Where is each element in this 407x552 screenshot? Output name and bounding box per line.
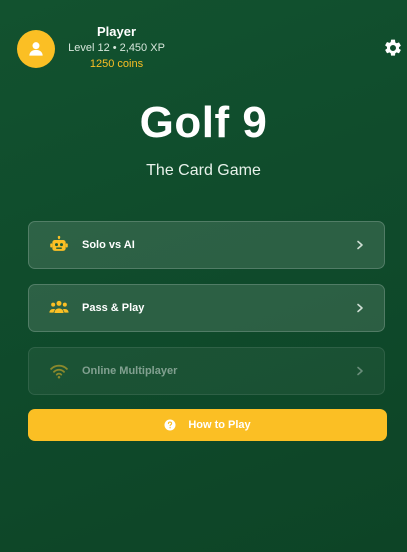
player-profile: Player Level 12 • 2,450 XP 1250 coins <box>17 24 357 76</box>
pass-and-play-label: Pass & Play <box>82 302 145 314</box>
settings-button[interactable] <box>382 37 404 59</box>
profile-info: Player Level 12 • 2,450 XP 1250 coins <box>64 24 169 72</box>
online-multiplayer-button[interactable]: Online Multiplayer <box>28 347 385 395</box>
user-icon <box>29 42 43 56</box>
question-circle-icon <box>164 419 176 431</box>
player-level: Level 12 • 2,450 XP <box>68 42 165 54</box>
users-icon <box>48 297 70 319</box>
avatar[interactable] <box>17 30 55 68</box>
how-to-play-label: How to Play <box>188 419 251 431</box>
online-multiplayer-label: Online Multiplayer <box>82 365 178 377</box>
chevron-right-icon <box>353 238 367 252</box>
wifi-icon <box>48 360 70 382</box>
robot-icon <box>48 234 70 256</box>
pass-and-play-button[interactable]: Pass & Play <box>28 284 385 332</box>
game-title: Golf 9 <box>139 98 268 147</box>
how-to-play-button[interactable]: How to Play <box>28 409 387 441</box>
gear-icon <box>385 39 401 56</box>
chevron-right-icon <box>353 364 367 378</box>
solo-vs-ai-button[interactable]: Solo vs AI <box>28 221 385 269</box>
player-coins: 1250 coins <box>89 58 144 70</box>
game-subtitle: The Card Game <box>146 162 261 179</box>
chevron-right-icon <box>353 301 367 315</box>
player-name: Player <box>96 24 137 39</box>
solo-vs-ai-label: Solo vs AI <box>82 239 135 251</box>
